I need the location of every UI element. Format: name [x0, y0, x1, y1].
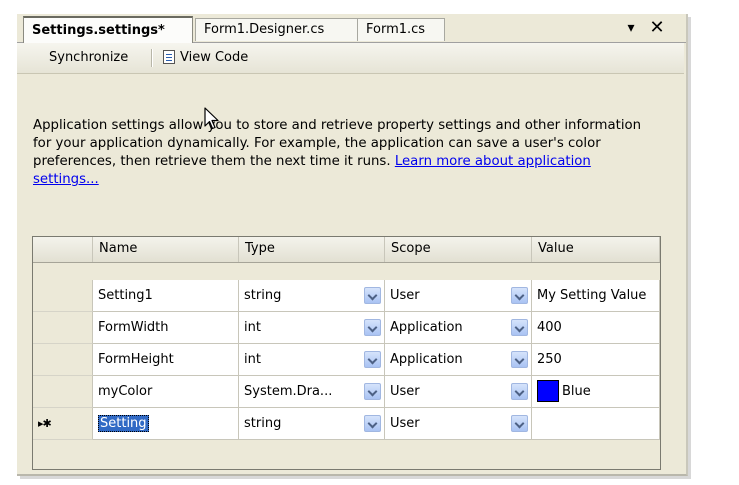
chevron-down-icon[interactable]: [364, 287, 381, 304]
type-cell[interactable]: int: [239, 344, 385, 376]
type-cell[interactable]: string: [239, 408, 385, 440]
type-value: int: [244, 320, 261, 335]
type-cell[interactable]: string: [239, 280, 385, 312]
view-code-label: View Code: [180, 50, 249, 65]
name-cell[interactable]: myColor: [93, 376, 239, 408]
value-cell[interactable]: 400: [532, 312, 660, 344]
color-swatch: [537, 379, 559, 402]
name-cell[interactable]: Setting1: [93, 280, 239, 312]
settings-designer-window: Settings.settings* Form1.Designer.cs For…: [17, 14, 688, 476]
chevron-down-icon[interactable]: [511, 415, 528, 432]
row-header-column: [33, 237, 93, 262]
value-cell[interactable]: [532, 408, 660, 440]
value-cell[interactable]: 250: [532, 344, 660, 376]
column-header-value[interactable]: Value: [532, 237, 660, 262]
row-selector[interactable]: [33, 344, 93, 376]
tab-form1-cs[interactable]: Form1.cs: [357, 18, 445, 41]
chevron-down-icon[interactable]: [364, 319, 381, 336]
chevron-down-icon[interactable]: [511, 319, 528, 336]
value-cell[interactable]: My Setting Value: [532, 280, 660, 312]
view-code-icon: [163, 49, 175, 64]
toolbar-separator: [151, 49, 153, 67]
scope-cell[interactable]: Application: [385, 312, 532, 344]
table-row[interactable]: myColor System.Dra... User Blue: [33, 376, 660, 408]
scope-value: Application: [390, 320, 463, 335]
designer-toolbar: Synchronize View Code: [17, 43, 684, 74]
type-value: string: [244, 288, 282, 303]
grid-header-row: Name Type Scope Value: [33, 237, 660, 263]
scope-value: User: [390, 416, 420, 431]
window-position-dropdown-icon[interactable]: ▾: [621, 18, 641, 38]
scope-cell[interactable]: User: [385, 376, 532, 408]
scope-cell[interactable]: User: [385, 280, 532, 312]
name-cell[interactable]: FormHeight: [93, 344, 239, 376]
chevron-down-icon[interactable]: [511, 351, 528, 368]
table-row[interactable]: FormWidth int Application 400: [33, 312, 660, 344]
tab-settings[interactable]: Settings.settings*: [23, 16, 193, 43]
scope-value: User: [390, 288, 420, 303]
scope-cell[interactable]: User: [385, 408, 532, 440]
name-cell[interactable]: FormWidth: [93, 312, 239, 344]
synchronize-button[interactable]: Synchronize: [45, 47, 132, 69]
color-value: Blue: [562, 384, 591, 399]
row-selector[interactable]: [33, 280, 93, 312]
column-header-type[interactable]: Type: [239, 237, 385, 262]
row-selector[interactable]: [33, 312, 93, 344]
description-text: Application settings allow you to store …: [33, 117, 645, 189]
value-cell[interactable]: Blue: [532, 376, 660, 408]
settings-grid: Name Type Scope Value Setting1 string Us…: [32, 236, 661, 470]
scope-value: User: [390, 384, 420, 399]
table-row[interactable]: FormHeight int Application 250: [33, 344, 660, 376]
view-code-button[interactable]: View Code: [159, 47, 252, 69]
type-value: System.Dra...: [244, 384, 333, 399]
column-header-name[interactable]: Name: [93, 237, 239, 262]
close-icon[interactable]: ✕: [647, 18, 667, 38]
type-value: int: [244, 352, 261, 367]
column-header-scope[interactable]: Scope: [385, 237, 532, 262]
scope-cell[interactable]: Application: [385, 344, 532, 376]
new-row-marker-icon: ▸✱: [33, 408, 93, 440]
chevron-down-icon[interactable]: [511, 383, 528, 400]
document-tab-strip: Settings.settings* Form1.Designer.cs For…: [17, 14, 686, 43]
chevron-down-icon[interactable]: [511, 287, 528, 304]
chevron-down-icon[interactable]: [364, 383, 381, 400]
type-cell[interactable]: int: [239, 312, 385, 344]
type-cell[interactable]: System.Dra...: [239, 376, 385, 408]
new-setting-row[interactable]: ▸✱ Setting string User: [33, 408, 660, 440]
table-row[interactable]: Setting1 string User My Setting Value: [33, 280, 660, 312]
name-cell[interactable]: Setting: [93, 408, 239, 440]
tab-form1-designer[interactable]: Form1.Designer.cs: [195, 18, 358, 41]
scope-value: Application: [390, 352, 463, 367]
name-edit-field[interactable]: Setting: [98, 415, 149, 432]
chevron-down-icon[interactable]: [364, 351, 381, 368]
row-selector[interactable]: [33, 376, 93, 408]
type-value: string: [244, 416, 282, 431]
chevron-down-icon[interactable]: [364, 415, 381, 432]
mouse-pointer-icon: [204, 107, 220, 135]
